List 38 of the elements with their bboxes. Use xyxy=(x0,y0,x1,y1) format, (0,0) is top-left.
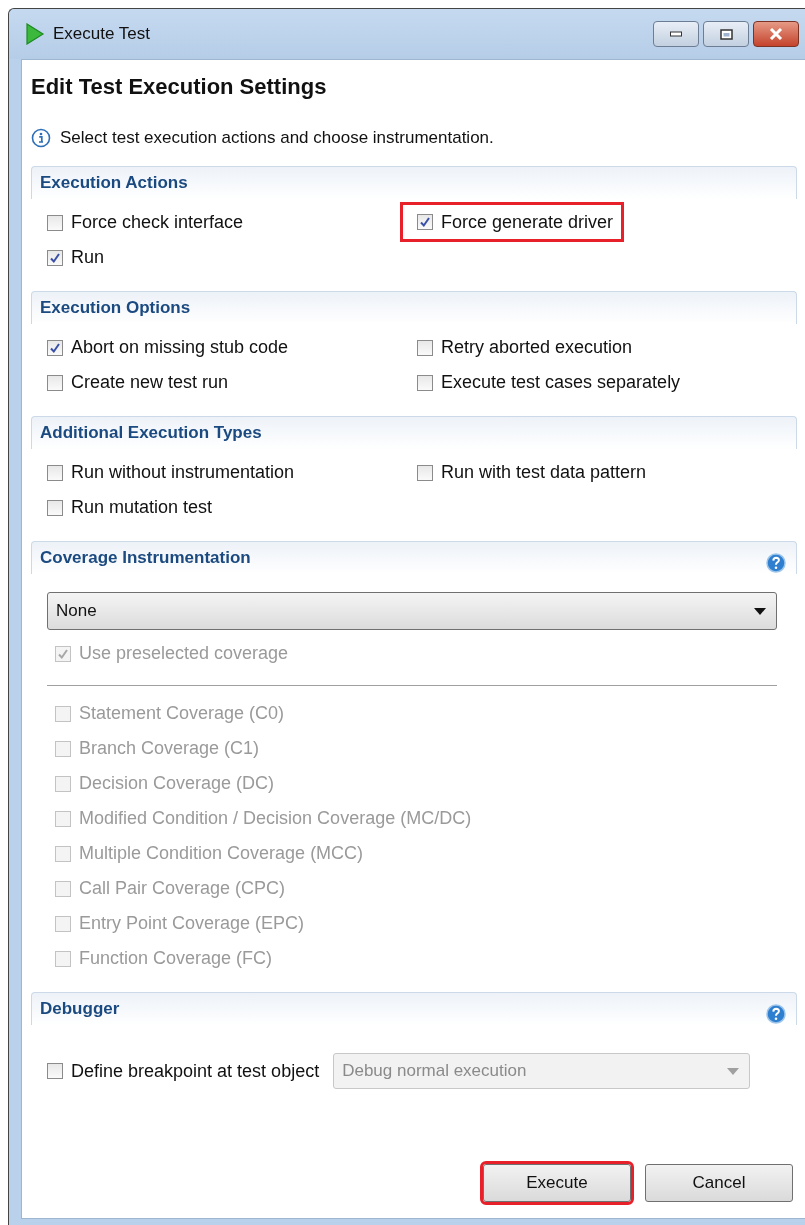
minimize-button[interactable] xyxy=(653,21,699,47)
close-button[interactable] xyxy=(753,21,799,47)
section-title: Execution Actions xyxy=(40,173,188,193)
restore-icon xyxy=(719,28,733,40)
checkmark-icon xyxy=(57,647,69,660)
checkbox-option[interactable]: Create new test run xyxy=(47,365,229,400)
dialog-button[interactable]: Execute xyxy=(483,1164,631,1202)
checkbox-option[interactable]: Force generate driver xyxy=(403,205,622,239)
checkbox-option[interactable]: Retry aborted execution xyxy=(417,330,633,365)
minimize-icon xyxy=(670,31,682,37)
checkbox-option[interactable]: Execute test cases separately xyxy=(417,365,681,400)
window-title: Execute Test xyxy=(53,24,151,44)
maximize-button[interactable] xyxy=(703,21,749,47)
checkbox-option[interactable]: Force check interface xyxy=(47,205,244,240)
checkbox-option[interactable]: Run with test data pattern xyxy=(417,455,647,490)
section-title: Additional Execution Types xyxy=(40,423,262,443)
checkbox-option[interactable]: Abort on missing stub code xyxy=(47,330,289,365)
checkbox-option[interactable]: Run xyxy=(47,240,105,275)
dialog-button[interactable]: Cancel xyxy=(645,1164,793,1202)
section-title: Coverage Instrumentation xyxy=(40,548,251,568)
coverage-dropdown[interactable]: None xyxy=(47,592,777,630)
play-icon xyxy=(25,23,45,45)
dropdown-arrow-icon xyxy=(727,1067,740,1075)
dropdown-arrow-icon xyxy=(754,607,766,615)
help-icon[interactable] xyxy=(766,553,786,573)
info-message: Select test execution actions and choose instrumentation. xyxy=(60,128,494,148)
checkbox-option[interactable]: Run without instrumentation xyxy=(47,455,295,490)
close-icon xyxy=(769,28,783,40)
section-title: Debugger xyxy=(40,999,120,1019)
checkmark-icon xyxy=(419,216,431,228)
checkmark-icon xyxy=(49,251,61,264)
dialog-heading: Edit Test Execution Settings xyxy=(31,73,328,100)
section-title: Execution Options xyxy=(40,298,191,318)
info-icon xyxy=(31,128,51,148)
checkbox-option[interactable]: Define breakpoint at test object xyxy=(47,1053,320,1089)
help-icon[interactable] xyxy=(766,1004,786,1024)
checkbox-option[interactable]: Run mutation test xyxy=(47,490,213,525)
checkmark-icon xyxy=(49,341,61,354)
